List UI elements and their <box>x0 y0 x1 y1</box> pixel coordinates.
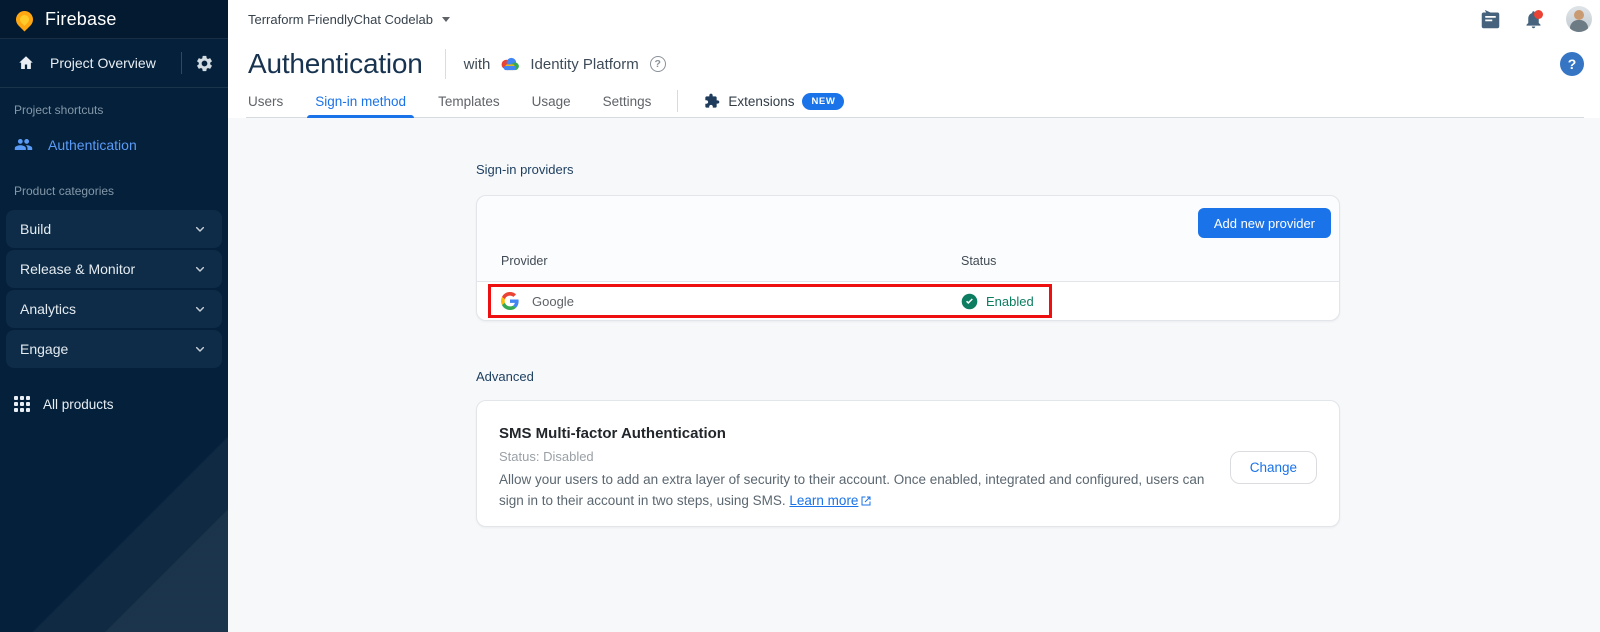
analytics-label: Analytics <box>20 301 76 317</box>
extensions-puzzle-icon <box>704 93 720 109</box>
status-enabled-label: Enabled <box>986 294 1034 309</box>
breadcrumb: Terraform FriendlyChat Codelab <box>248 12 433 27</box>
product-categories-label: Product categories <box>14 184 228 198</box>
sms-mfa-title: SMS Multi-factor Authentication <box>499 425 726 442</box>
provider-row-google[interactable]: Google Enabled <box>477 282 1339 320</box>
title-divider <box>445 49 446 79</box>
google-cloud-icon <box>499 56 521 72</box>
main-area: Terraform FriendlyChat Codelab Authentic… <box>228 0 1600 632</box>
sidebar-item-project-overview[interactable]: Project Overview <box>0 39 228 88</box>
topbar-icons <box>1480 6 1592 32</box>
sidebar-item-authentication[interactable]: Authentication <box>0 125 228 164</box>
tab-users[interactable]: Users <box>248 84 283 118</box>
chevron-down-icon <box>192 221 208 237</box>
tab-usage[interactable]: Usage <box>532 84 571 118</box>
tab-bar: Users Sign-in method Templates Usage Set… <box>228 84 1600 118</box>
change-button[interactable]: Change <box>1230 451 1317 484</box>
identity-platform-label: Identity Platform <box>530 56 638 73</box>
sms-mfa-status: Status: Disabled <box>499 449 594 464</box>
sidebar-divider <box>181 52 182 74</box>
info-question-icon[interactable]: ? <box>650 56 666 72</box>
google-logo-icon <box>501 292 519 310</box>
sms-mfa-card: SMS Multi-factor Authentication Status: … <box>476 400 1340 527</box>
identity-platform-group: with Identity Platform ? <box>464 56 666 73</box>
chevron-down-icon <box>192 261 208 277</box>
project-selector[interactable]: Terraform FriendlyChat Codelab <box>248 12 450 27</box>
provider-status: Enabled <box>961 293 1034 310</box>
sidebar-pattern <box>0 392 228 632</box>
project-shortcuts-label: Project shortcuts <box>14 103 228 117</box>
sidebar-category-engage[interactable]: Engage <box>6 330 222 368</box>
firebase-header[interactable]: Firebase <box>0 0 228 39</box>
tab-templates[interactable]: Templates <box>438 84 500 118</box>
all-products-label: All products <box>43 397 114 412</box>
home-icon <box>17 54 35 72</box>
firebase-logo-icon <box>12 7 36 31</box>
sidebar: Firebase Project Overview Project shortc… <box>0 0 228 632</box>
add-new-provider-button[interactable]: Add new provider <box>1198 208 1331 238</box>
category-list: Build Release & Monitor Analytics Engage <box>0 210 228 368</box>
apps-grid-icon <box>14 396 30 412</box>
sidebar-category-build[interactable]: Build <box>6 210 222 248</box>
sidebar-category-analytics[interactable]: Analytics <box>6 290 222 328</box>
chevron-down-icon <box>192 341 208 357</box>
advanced-heading: Advanced <box>476 369 534 384</box>
content-area: Sign-in providers Add new provider Provi… <box>228 118 1600 632</box>
tab-sign-in-method[interactable]: Sign-in method <box>315 84 406 118</box>
chevron-down-icon <box>192 301 208 317</box>
sms-mfa-description: Allow your users to add an extra layer o… <box>499 470 1213 513</box>
topbar: Terraform FriendlyChat Codelab <box>228 0 1600 38</box>
sidebar-category-release-monitor[interactable]: Release & Monitor <box>6 250 222 288</box>
new-badge: NEW <box>802 93 844 110</box>
enabled-check-icon <box>961 293 978 310</box>
sign-in-providers-heading: Sign-in providers <box>476 162 574 177</box>
tab-divider <box>677 90 678 112</box>
sidebar-item-all-products[interactable]: All products <box>0 396 228 412</box>
tab-extensions[interactable]: Extensions NEW <box>704 93 844 110</box>
notifications-bell-icon[interactable] <box>1523 9 1544 30</box>
release-monitor-label: Release & Monitor <box>20 261 135 277</box>
feedback-icon[interactable] <box>1480 9 1501 30</box>
provider-name: Google <box>532 294 574 309</box>
caret-down-icon <box>442 17 450 22</box>
help-icon[interactable]: ? <box>1560 52 1584 76</box>
tab-settings[interactable]: Settings <box>603 84 652 118</box>
account-avatar[interactable] <box>1566 6 1592 32</box>
extensions-label: Extensions <box>728 94 794 109</box>
column-header-provider: Provider <box>501 254 548 268</box>
notification-dot <box>1534 10 1543 19</box>
page-title: Authentication <box>248 48 423 80</box>
project-overview-label: Project Overview <box>50 55 156 71</box>
brand-name: Firebase <box>45 9 117 30</box>
external-link-icon <box>860 493 872 514</box>
column-header-status: Status <box>961 254 996 268</box>
learn-more-link[interactable]: Learn more <box>789 493 858 508</box>
build-label: Build <box>20 221 51 237</box>
page-header: Authentication with Identity Platform ? … <box>228 38 1600 84</box>
engage-label: Engage <box>20 341 68 357</box>
providers-card: Add new provider Provider Status Google … <box>476 195 1340 321</box>
project-settings-gear-icon[interactable] <box>195 54 214 73</box>
users-group-icon <box>14 135 33 154</box>
authentication-shortcut-label: Authentication <box>48 137 137 153</box>
with-label: with <box>464 56 491 73</box>
